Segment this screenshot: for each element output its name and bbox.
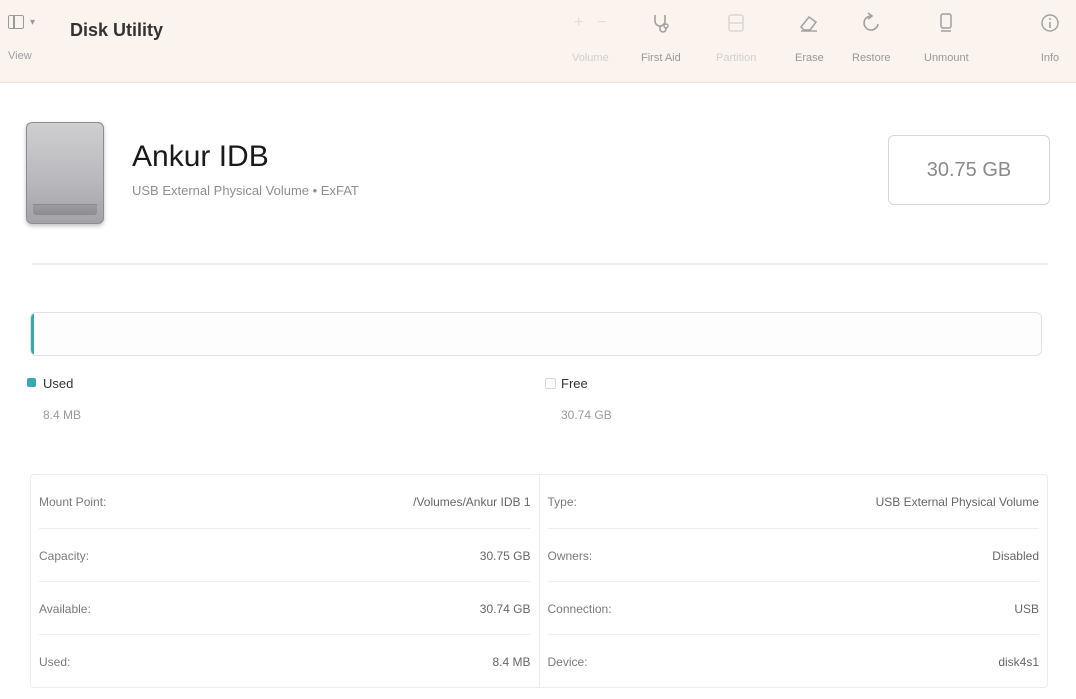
free-swatch [545,378,556,389]
plus-icon[interactable]: + [574,14,583,32]
info-row-capacity: Capacity: 30.75 GB [39,548,531,563]
partition-button[interactable]: Partition [716,8,756,70]
volume-button[interactable]: + − Volume [572,8,609,70]
unmount-button[interactable]: Unmount [924,8,969,70]
divider [32,263,1048,265]
info-row-connection: Connection: USB [547,601,1040,616]
info-row-device: Device: disk4s1 [547,654,1040,669]
view-control[interactable]: ▾ View [8,10,68,62]
app-title: Disk Utility [70,20,164,40]
restore-icon [861,8,881,38]
disk-subtitle: USB External Physical Volume • ExFAT [132,183,359,198]
view-label: View [8,50,32,62]
erase-button[interactable]: Erase [795,8,824,70]
stethoscope-icon [650,8,672,38]
capacity-badge: 30.75 GB [888,135,1050,205]
external-disk-icon [26,122,104,224]
info-row-owners: Owners: Disabled [547,548,1040,563]
restore-button[interactable]: Restore [852,8,891,70]
usage-bar [30,312,1042,356]
usage-bar-used-fill [31,313,35,355]
info-row-available: Available: 30.74 GB [39,601,531,616]
info-column-right: Type: USB External Physical Volume Owner… [540,475,1048,687]
used-value: 8.4 MB [43,408,82,422]
erase-icon [798,8,820,38]
disk-name: Ankur IDB [132,140,269,173]
free-label: Free [561,376,588,391]
toolbar: ▾ View Disk Utility + − Volume First Aid… [0,0,1076,83]
info-icon [1040,8,1060,38]
info-row-type: Type: USB External Physical Volume [547,494,1040,509]
info-table: Mount Point: /Volumes/Ankur IDB 1 Capaci… [30,474,1048,688]
sidebar-icon[interactable] [8,15,24,29]
used-swatch [27,378,36,387]
free-value: 30.74 GB [561,408,612,422]
minus-icon[interactable]: − [597,14,606,32]
used-label: Used [43,376,74,391]
info-button[interactable]: Info [1040,8,1060,70]
eject-icon [937,8,955,38]
partition-icon [727,8,745,38]
info-row-used: Used: 8.4 MB [39,654,531,669]
info-row-mount-point: Mount Point: /Volumes/Ankur IDB 1 [39,494,531,509]
chevron-down-icon[interactable]: ▾ [30,17,35,28]
info-column-left: Mount Point: /Volumes/Ankur IDB 1 Capaci… [31,475,540,687]
first-aid-button[interactable]: First Aid [641,8,681,70]
